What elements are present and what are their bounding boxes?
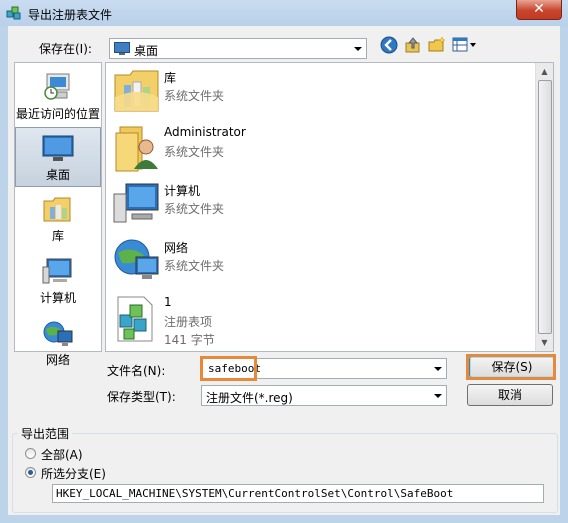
branch-path-value: HKEY_LOCAL_MACHINE\SYSTEM\CurrentControl… [56, 487, 454, 500]
file-list[interactable]: 库 系统文件夹 Administrator 系统文件夹 计算机 系统文件夹 网络… [105, 62, 554, 352]
place-computer[interactable]: 计算机 [15, 251, 101, 311]
cancel-button[interactable]: 取消 [467, 384, 553, 406]
regedit-icon [6, 5, 22, 21]
file-name: Administrator [164, 125, 246, 139]
dialog-body: 保存在(I): 桌面 最近访问的位置 桌面 库 计算机 网络 库 系统文件夹 A… [8, 26, 560, 515]
computer-icon [42, 258, 72, 284]
up-folder-button[interactable] [404, 36, 424, 56]
export-range-title: 导出范围 [18, 425, 73, 442]
close-button[interactable]: ✕ [516, 0, 562, 20]
vertical-scrollbar[interactable]: ▲ ▼ [535, 63, 553, 351]
place-label: 桌面 [45, 168, 70, 182]
recent-places-icon [44, 73, 70, 100]
scroll-up-icon[interactable]: ▲ [536, 63, 553, 80]
desktop-small-icon [114, 42, 130, 55]
computer-icon [112, 180, 162, 230]
radio-branch-label[interactable]: 所选分支(E) [41, 465, 106, 482]
list-item[interactable]: 库 系统文件夹 [112, 65, 522, 121]
file-name: 网络 [164, 241, 189, 255]
filetype-value: 注册文件(*.reg) [206, 391, 293, 405]
title-bar[interactable]: 导出注册表文件 ✕ [0, 0, 568, 26]
filename-highlight [200, 356, 257, 381]
view-menu-icon [452, 37, 476, 52]
scroll-thumb[interactable] [538, 80, 552, 334]
filetype-label: 保存类型(T): [107, 390, 176, 404]
filetype-dropdown[interactable]: 注册文件(*.reg) [201, 385, 447, 406]
back-icon [380, 36, 398, 54]
libraries-icon [43, 197, 71, 222]
list-item[interactable]: 1 注册表项 141 字节 [112, 291, 522, 351]
registry-file-icon [112, 293, 162, 343]
desktop-icon [42, 135, 74, 161]
new-folder-button[interactable] [428, 36, 448, 56]
place-desktop[interactable]: 桌面 [15, 127, 101, 187]
file-name: 1 [164, 295, 172, 309]
filename-label: 文件名(N): [107, 364, 166, 378]
list-item[interactable]: Administrator 系统文件夹 [112, 121, 522, 177]
place-network[interactable]: 网络 [15, 313, 101, 373]
places-bar: 最近访问的位置 桌面 库 计算机 网络 [14, 62, 102, 367]
radio-dot [28, 470, 33, 475]
file-type: 注册表项 [164, 315, 213, 329]
save-in-value: 桌面 [134, 44, 159, 58]
place-label: 最近访问的位置 [15, 107, 100, 121]
file-type: 系统文件夹 [164, 202, 225, 216]
view-menu-button[interactable] [452, 36, 478, 56]
library-folder-icon [112, 67, 162, 117]
save-in-dropdown[interactable]: 桌面 [109, 38, 367, 59]
back-button[interactable] [380, 36, 400, 56]
branch-path-input[interactable]: HKEY_LOCAL_MACHINE\SYSTEM\CurrentControl… [52, 484, 544, 503]
chevron-down-icon [434, 393, 442, 398]
place-recent[interactable]: 最近访问的位置 [15, 65, 101, 125]
chevron-down-icon [434, 366, 442, 371]
network-icon [112, 237, 162, 287]
place-label: 网络 [45, 353, 70, 367]
place-label: 库 [51, 229, 64, 243]
chevron-down-icon [354, 46, 362, 51]
user-folder-icon [112, 123, 162, 173]
place-libraries[interactable]: 库 [15, 189, 101, 249]
save-highlight [466, 354, 556, 380]
list-item[interactable]: 网络 系统文件夹 [112, 235, 522, 291]
file-type: 系统文件夹 [164, 89, 225, 103]
new-folder-icon [428, 36, 446, 52]
file-type: 系统文件夹 [164, 259, 225, 273]
file-name: 计算机 [164, 184, 201, 198]
file-name: 库 [164, 71, 177, 85]
close-icon: ✕ [533, 1, 545, 17]
network-icon [43, 321, 73, 346]
window-title: 导出注册表文件 [28, 8, 113, 22]
list-item[interactable]: 计算机 系统文件夹 [112, 178, 522, 234]
file-type: 系统文件夹 [164, 145, 225, 159]
scroll-down-icon[interactable]: ▼ [536, 334, 553, 351]
radio-all-label[interactable]: 全部(A) [41, 446, 83, 463]
radio-branch[interactable] [25, 467, 36, 478]
up-folder-icon [405, 37, 420, 53]
radio-all[interactable] [25, 448, 36, 459]
save-in-label: 保存在(I): [39, 42, 92, 56]
file-size: 141 字节 [164, 333, 215, 347]
place-label: 计算机 [39, 291, 76, 305]
